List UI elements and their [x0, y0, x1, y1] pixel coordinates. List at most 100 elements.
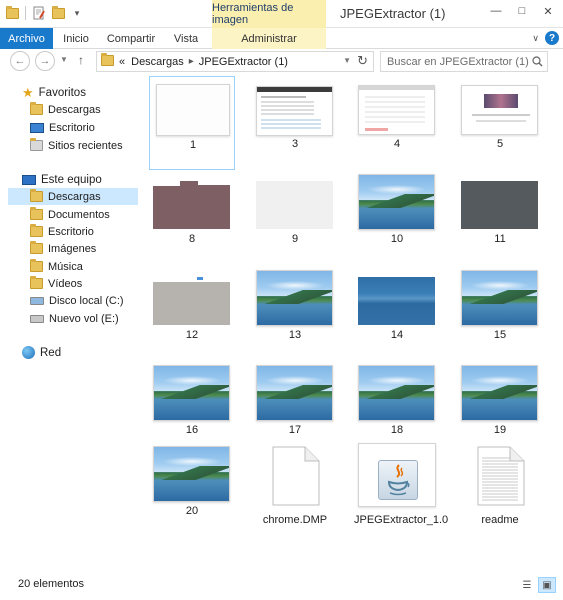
breadcrumb-separator-icon[interactable]: ▸ — [189, 56, 194, 67]
file-item[interactable]: 11 — [457, 171, 543, 265]
breadcrumb-overflow[interactable]: « — [119, 56, 125, 68]
window-title: JPEGExtractor (1) — [340, 6, 446, 21]
details-view-icon[interactable]: ☰ — [518, 577, 536, 593]
nav-pc-disco-c[interactable]: Disco local (C:) — [30, 292, 124, 309]
refresh-icon[interactable]: ↻ — [357, 53, 368, 69]
file-item[interactable]: 5 — [457, 76, 543, 170]
file-item[interactable]: 12 — [149, 267, 235, 361]
webpage-thumbnail — [461, 85, 538, 135]
address-dropdown-icon[interactable]: ▼ — [343, 56, 351, 65]
search-input[interactable]: Buscar en JPEGExtractor (1) — [380, 51, 548, 72]
file-item[interactable]: 16 — [149, 362, 235, 456]
large-icons-view-icon[interactable]: ▣ — [538, 577, 556, 593]
nav-red[interactable]: Red — [22, 344, 61, 361]
nav-fav-escritorio[interactable]: Escritorio — [30, 119, 95, 136]
nav-pc-musica[interactable]: Música — [30, 258, 83, 275]
help-icon[interactable]: ? — [545, 31, 559, 45]
nav-label: Descargas — [48, 190, 101, 203]
file-item[interactable]: 13 — [252, 267, 338, 361]
nav-label: Disco local (C:) — [49, 294, 124, 307]
file-name: 4 — [393, 138, 401, 150]
file-name: 18 — [390, 424, 404, 436]
tab-inicio[interactable]: Inicio — [57, 28, 95, 49]
nav-pc-escritorio[interactable]: Escritorio — [30, 223, 94, 240]
nav-fav-sitios-recientes[interactable]: Sitios recientes — [30, 137, 123, 154]
file-name: 20 — [185, 505, 199, 517]
expand-ribbon-icon[interactable]: ∨ — [532, 33, 539, 44]
file-item[interactable]: 9 — [252, 171, 338, 265]
file-name: 11 — [494, 233, 506, 245]
file-item[interactable]: 4 — [354, 76, 440, 170]
file-view: 1 3 4 5 8 9 10 11 12 13 14 15 16 17 18 19 20 chrome.DMP JP… — [140, 76, 563, 566]
recent-locations-icon[interactable]: ▼ — [60, 55, 68, 64]
file-item[interactable]: chrome.DMP — [252, 443, 338, 537]
java-jar-icon — [358, 443, 436, 507]
webpage-thumbnail — [256, 86, 333, 136]
file-item[interactable]: 17 — [252, 362, 338, 456]
properties-icon[interactable] — [31, 5, 47, 21]
file-name: 19 — [493, 424, 507, 436]
ribbon-controls: ∨ ? — [532, 31, 559, 45]
folder-icon — [4, 5, 20, 21]
nav-pc-documentos[interactable]: Documentos — [30, 206, 110, 223]
nav-label: Descargas — [48, 103, 101, 116]
search-icon[interactable] — [532, 56, 543, 67]
file-item[interactable]: 19 — [457, 362, 543, 456]
nav-label: Sitios recientes — [48, 139, 123, 152]
tab-administrar[interactable]: Administrar — [212, 28, 326, 49]
nav-label: Nuevo vol (E:) — [49, 312, 119, 325]
landscape-thumbnail — [256, 270, 333, 326]
nav-label: Imágenes — [48, 242, 97, 255]
ribbon-tabs: Archivo Inicio Compartir Vista Administr… — [0, 28, 563, 49]
file-item[interactable]: 1 — [149, 76, 235, 170]
file-name: readme — [481, 514, 519, 526]
nav-label: Favoritos — [38, 86, 86, 99]
status-bar: 20 elementos ☰ ▣ — [0, 574, 563, 600]
landscape-thumbnail — [153, 446, 230, 502]
back-button[interactable]: ← — [10, 51, 30, 71]
nav-pc-imagenes[interactable]: Imágenes — [30, 240, 96, 257]
landscape-thumbnail — [256, 365, 333, 421]
nav-este-equipo[interactable]: Este equipo — [22, 171, 102, 188]
up-button[interactable]: ↑ — [78, 53, 84, 67]
file-item[interactable]: 8 — [149, 171, 235, 265]
breadcrumb-current[interactable]: JPEGExtractor (1) — [199, 56, 288, 68]
new-folder-icon[interactable] — [50, 5, 66, 21]
file-item[interactable]: 20 — [149, 443, 235, 537]
image-thumbnail — [358, 277, 435, 325]
nav-favoritos[interactable]: ★ Favoritos — [22, 84, 86, 101]
nav-fav-descargas[interactable]: Descargas — [30, 101, 101, 118]
webpage-thumbnail — [358, 85, 435, 135]
file-item[interactable]: 3 — [252, 76, 338, 170]
minimize-button[interactable]: — — [483, 1, 509, 21]
customize-toolbar-icon[interactable]: ▾ — [69, 5, 85, 21]
tab-vista[interactable]: Vista — [164, 28, 208, 49]
nav-label: Escritorio — [48, 225, 94, 238]
landscape-thumbnail — [358, 365, 435, 421]
star-icon: ★ — [22, 85, 34, 100]
desktop-icon — [30, 122, 44, 133]
file-item[interactable]: 14 — [354, 267, 440, 361]
file-name: 1 — [189, 139, 197, 151]
forward-button[interactable]: → — [35, 51, 55, 71]
quick-access-toolbar: ▾ — [4, 5, 85, 21]
file-item[interactable]: 10 — [354, 171, 440, 265]
nav-pc-videos[interactable]: Vídeos — [30, 275, 82, 292]
close-button[interactable]: ✕ — [535, 1, 561, 21]
nav-pc-nuevo-vol[interactable]: Nuevo vol (E:) — [30, 310, 119, 327]
divider — [25, 6, 26, 20]
file-item[interactable]: 18 — [354, 362, 440, 456]
navigation-bar: ← → ▼ ↑ « Descargas ▸ JPEGExtractor (1) … — [0, 49, 563, 73]
tab-compartir[interactable]: Compartir — [103, 28, 159, 49]
tab-archivo[interactable]: Archivo — [0, 28, 53, 49]
pictures-folder-icon — [30, 241, 43, 254]
maximize-button[interactable]: □ — [509, 1, 535, 21]
file-name: 14 — [390, 329, 404, 341]
nav-label: Documentos — [48, 208, 110, 221]
file-item[interactable]: JPEGExtractor_1.0 — [354, 443, 448, 537]
nav-pc-descargas[interactable]: Descargas — [8, 188, 138, 205]
address-bar[interactable]: « Descargas ▸ JPEGExtractor (1) ▼ ↻ — [96, 51, 374, 72]
breadcrumb-descargas[interactable]: Descargas — [131, 56, 184, 68]
file-item[interactable]: 15 — [457, 267, 543, 361]
file-item[interactable]: readme — [457, 443, 543, 537]
